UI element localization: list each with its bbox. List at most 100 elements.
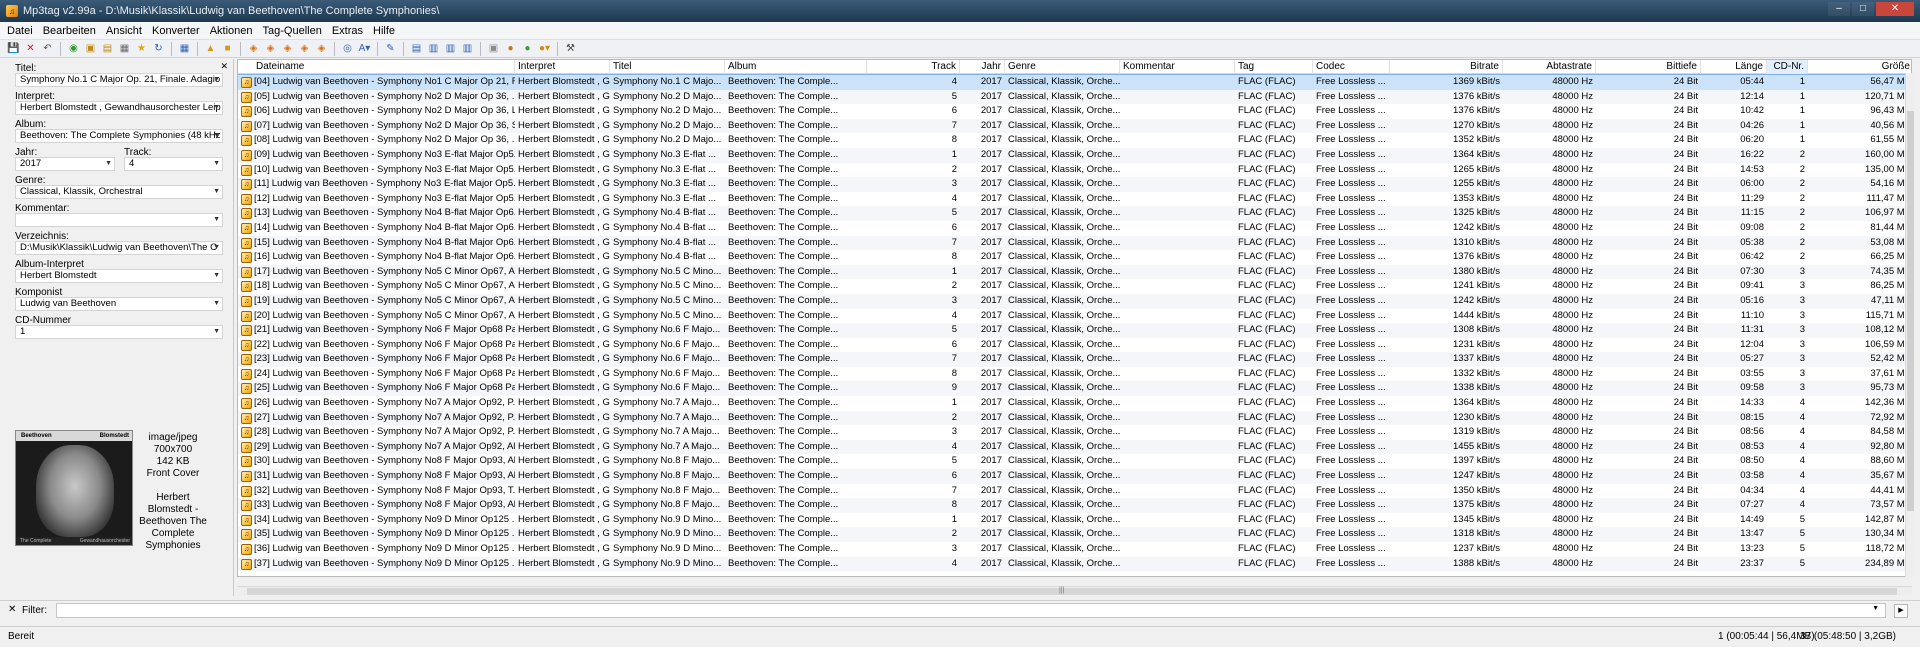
undo-icon[interactable]: ↶ <box>40 41 55 56</box>
file-list[interactable]: Dateiname Interpret Titel Album Track Jahr Gen… <box>237 59 1912 577</box>
open-folder-icon[interactable]: ▣ <box>83 41 98 56</box>
table-row[interactable]: ♫ [25] Ludwig van Beethoven - Symphony No… <box>238 381 1911 397</box>
chevron-down-icon[interactable]: ▼ <box>213 130 220 142</box>
actions-icon[interactable]: ◎ <box>340 41 355 56</box>
table-row[interactable]: ♫ [20] Ludwig van Beethoven - Symphony No… <box>238 309 1911 324</box>
table-row[interactable]: ♫ [22] Ludwig van Beethoven - Symphony No… <box>238 338 1911 353</box>
artist-field[interactable]: Herbert Blomstedt , Gewandhausorchester … <box>15 101 223 115</box>
table-row[interactable]: ♫ [34] Ludwig van Beethoven - Symphony No… <box>238 513 1911 528</box>
select-all-icon[interactable]: ▦ <box>177 41 192 56</box>
menu-tag-quellen[interactable]: Tag-Quellen <box>258 22 327 40</box>
table-row[interactable]: ♫ [36] Ludwig van Beethoven - Symphony No… <box>238 542 1911 557</box>
export-list-icon[interactable]: ▥ <box>460 41 475 56</box>
table-row[interactable]: ♫ [23] Ludwig van Beethoven - Symphony No… <box>238 352 1911 367</box>
reload-icon[interactable]: ↻ <box>151 41 166 56</box>
options-icon[interactable]: ⚒ <box>563 41 578 56</box>
table-row[interactable]: ♫ [10] Ludwig van Beethoven - Symphony No… <box>238 163 1911 178</box>
scroll-thumb[interactable] <box>1907 111 1914 511</box>
title-field[interactable]: Symphony No.1 C Major Op. 21, Finale. Ad… <box>15 73 223 87</box>
table-row[interactable]: ♫ [27] Ludwig van Beethoven - Symphony No… <box>238 410 1911 426</box>
tag-icon[interactable]: ▲ <box>203 41 218 56</box>
tag-to-filename-icon[interactable]: ◈ <box>246 41 261 56</box>
maximize-button[interactable]: □ <box>1852 2 1874 16</box>
track-field[interactable]: 4 ▼ <box>124 157 223 171</box>
menu-aktionen[interactable]: Aktionen <box>205 22 258 40</box>
composer-field[interactable]: Ludwig van Beethoven ▼ <box>15 297 223 311</box>
chevron-down-icon[interactable]: ▼ <box>213 326 220 338</box>
discogs-icon[interactable]: ▣ <box>486 41 501 56</box>
menu-datei[interactable]: Datei <box>2 22 38 40</box>
remove-tag-icon[interactable]: ✕ <box>23 41 38 56</box>
refresh-folder-icon[interactable]: ▤ <box>100 41 115 56</box>
chevron-down-icon[interactable]: ▼ <box>213 214 220 226</box>
table-row[interactable]: ♫ [09] Ludwig van Beethoven - Symphony No… <box>238 147 1911 163</box>
table-row[interactable]: ♫ [37] Ludwig van Beethoven - Symphony No… <box>238 556 1911 572</box>
column-header-track[interactable]: Track <box>867 60 960 74</box>
new-folder-icon[interactable]: ▤ <box>409 41 424 56</box>
edit-icon[interactable]: ✎ <box>383 41 398 56</box>
table-row[interactable]: ♫ [04] Ludwig van Beethoven - Symphony No… <box>238 74 1911 91</box>
menu-extras[interactable]: Extras <box>327 22 368 40</box>
table-row[interactable]: ♫ [31] Ludwig van Beethoven - Symphony No… <box>238 469 1911 484</box>
table-row[interactable]: ♫ [18] Ludwig van Beethoven - Symphony No… <box>238 279 1911 294</box>
table-row[interactable]: ♫ [30] Ludwig van Beethoven - Symphony No… <box>238 454 1911 469</box>
horizontal-scrollbar[interactable]: ||| <box>237 586 1912 595</box>
table-row[interactable]: ♫ [21] Ludwig van Beethoven - Symphony No… <box>238 323 1911 338</box>
column-header-genre[interactable]: Genre <box>1005 60 1120 74</box>
directory-field[interactable]: D:\Musik\Klassik\Ludwig van Beethoven\Th… <box>15 241 223 255</box>
table-row[interactable]: ♫ [26] Ludwig van Beethoven - Symphony No… <box>238 396 1911 411</box>
table-row[interactable]: ♫ [06] Ludwig van Beethoven - Symphony No… <box>238 104 1911 119</box>
table-row[interactable]: ♫ [17] Ludwig van Beethoven - Symphony No… <box>238 264 1911 280</box>
table-row[interactable]: ♫ [13] Ludwig van Beethoven - Symphony No… <box>238 206 1911 221</box>
table-row[interactable]: ♫ [11] Ludwig van Beethoven - Symphony No… <box>238 177 1911 192</box>
vertical-scrollbar[interactable] <box>1905 73 1914 577</box>
column-header-codec[interactable]: Codec <box>1313 60 1390 74</box>
chevron-down-icon[interactable]: ▼ <box>213 270 220 282</box>
add-directory-icon[interactable]: ◉ <box>66 41 81 56</box>
web-sources-icon[interactable]: ●▾ <box>537 41 552 56</box>
column-header-abtastrate[interactable]: Abtastrate <box>1503 60 1596 74</box>
table-row[interactable]: ♫ [14] Ludwig van Beethoven - Symphony No… <box>238 221 1911 236</box>
table-row[interactable]: ♫ [35] Ludwig van Beethoven - Symphony No… <box>238 527 1911 542</box>
menu-ansicht[interactable]: Ansicht <box>101 22 147 40</box>
album-artist-field[interactable]: Herbert Blomstedt ▼ <box>15 269 223 283</box>
tag-to-tag-icon[interactable]: ◈ <box>297 41 312 56</box>
column-header-album[interactable]: Album <box>725 60 867 74</box>
chevron-down-icon[interactable]: ▼ <box>105 158 112 170</box>
menu-bearbeiten[interactable]: Bearbeiten <box>38 22 101 40</box>
table-row[interactable]: ♫ [16] Ludwig van Beethoven - Symphony No… <box>238 250 1911 265</box>
table-row[interactable]: ♫ [32] Ludwig van Beethoven - Symphony No… <box>238 484 1911 499</box>
table-row[interactable]: ♫ [08] Ludwig van Beethoven - Symphony No… <box>238 133 1911 148</box>
column-header-bitrate[interactable]: Bitrate <box>1390 60 1503 74</box>
chevron-down-icon[interactable]: ▼ <box>1872 605 1879 612</box>
comment-field[interactable]: ▼ <box>15 213 223 227</box>
table-row[interactable]: ♫ [15] Ludwig van Beethoven - Symphony No… <box>238 235 1911 251</box>
table-row[interactable]: ♫ [24] Ludwig van Beethoven - Symphony No… <box>238 367 1911 382</box>
column-header-tag[interactable]: Tag <box>1235 60 1313 74</box>
cd-number-field[interactable]: 1 ▼ <box>15 325 223 339</box>
chevron-down-icon[interactable]: ▼ <box>213 186 220 198</box>
album-field[interactable]: Beethoven: The Complete Symphonies (48 k… <box>15 129 223 143</box>
export-icon[interactable]: ▦ <box>117 41 132 56</box>
column-header-jahr[interactable]: Jahr <box>960 60 1005 74</box>
columns-icon[interactable]: ▥ <box>443 41 458 56</box>
table-row[interactable]: ♫ [33] Ludwig van Beethoven - Symphony No… <box>238 498 1911 513</box>
play-icon[interactable]: ▶ <box>1894 604 1908 618</box>
table-row[interactable]: ♫ [05] Ludwig van Beethoven - Symphony No… <box>238 89 1911 105</box>
text-to-tag-icon[interactable]: ◈ <box>280 41 295 56</box>
minimize-button[interactable]: – <box>1828 2 1850 16</box>
chevron-down-icon[interactable]: ▼ <box>213 298 220 310</box>
playlist-icon[interactable]: ▥ <box>426 41 441 56</box>
column-header-bittiefe[interactable]: Bittiefe <box>1596 60 1701 74</box>
table-row[interactable]: ♫ [12] Ludwig van Beethoven - Symphony No… <box>238 192 1911 207</box>
autonumber-icon[interactable]: ◈ <box>314 41 329 56</box>
musicbrainz-icon[interactable]: ● <box>503 41 518 56</box>
menu-konverter[interactable]: Konverter <box>147 22 205 40</box>
filename-to-tag-icon[interactable]: ◈ <box>263 41 278 56</box>
filter-input[interactable]: ▼ <box>56 603 1886 618</box>
save-icon[interactable]: 💾 <box>6 41 21 56</box>
lock-icon[interactable]: ■ <box>220 41 235 56</box>
column-header-kommentar[interactable]: Kommentar <box>1120 60 1235 74</box>
column-header-groesse[interactable]: Größe <box>1808 60 1911 74</box>
table-row[interactable]: ♫ [28] Ludwig van Beethoven - Symphony No… <box>238 425 1911 440</box>
